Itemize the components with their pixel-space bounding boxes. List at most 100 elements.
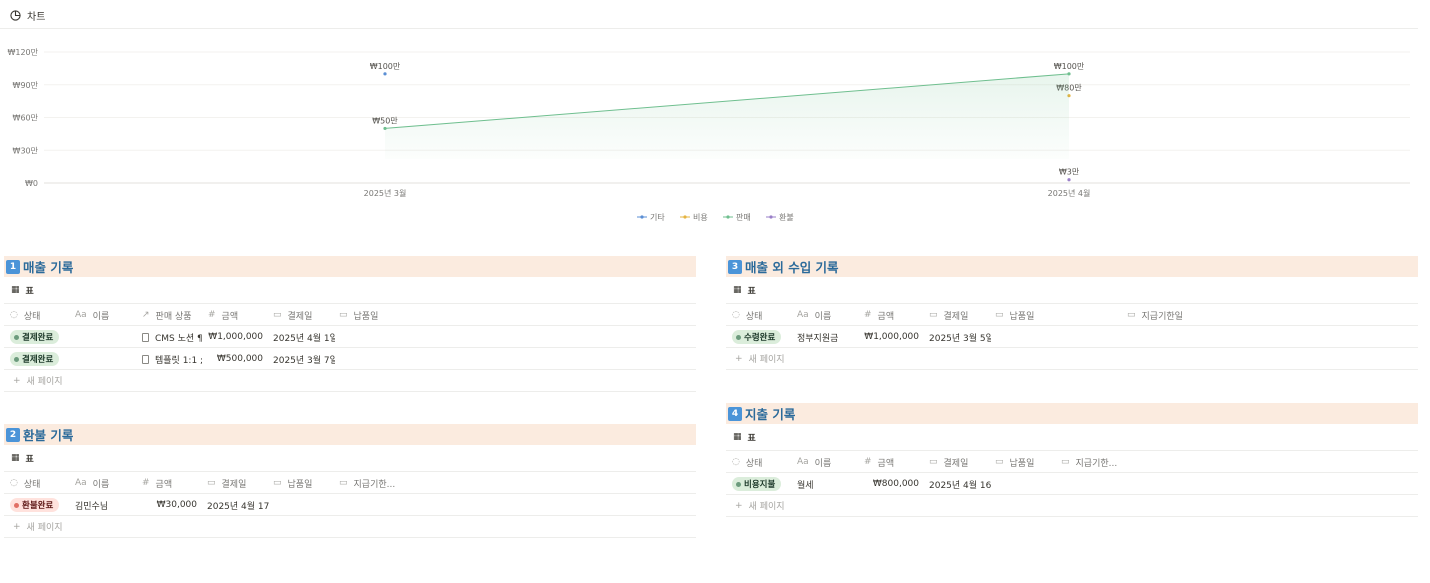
new-page-button[interactable]: + 새 페이지 [4,370,696,392]
data-point[interactable] [383,72,387,76]
column-header-name[interactable]: Aa 이름 [75,472,109,494]
pay-date-cell: 2025년 4월 17 [207,501,269,512]
view-label: 표 [25,286,34,297]
column-header-name[interactable]: Aa 이름 [797,451,831,473]
data-label: ₩3만 [1059,168,1080,177]
column-header-amount[interactable]: # 금액 [142,472,172,494]
table-row[interactable]: 결제완료 CMS 노션 ¶ ₩1,000,000 2025년 4월 1일 [4,326,696,348]
section-title: 2 환불 기록 [4,424,696,445]
column-header-amount[interactable]: # 금액 [864,304,894,326]
y-tick-label: ₩30만 [13,146,39,155]
column-header-status[interactable]: ◌ 상태 [732,451,762,473]
column-header-amount[interactable]: # 금액 [864,451,894,473]
calendar-icon: ▭ [1061,457,1070,467]
table-icon: ▦ [733,432,742,442]
table-row[interactable]: 환불완료 김민수님 ₩30,000 2025년 4월 17 [4,494,696,516]
column-header-status[interactable]: ◌ 상태 [732,304,762,326]
column-header-status[interactable]: ◌ 상태 [10,304,40,326]
calendar-icon: ▭ [929,457,938,467]
y-tick-label: ₩60만 [13,114,39,123]
view-label: 표 [747,433,756,444]
column-header-name[interactable]: Aa 이름 [75,304,109,326]
amount-cell: ₩1,000,000 [864,332,919,342]
view-tab-table[interactable]: ▦ 표 [726,424,1418,451]
section-refund: 2 환불 기록 ▦ 표 ◌ 상태 Aa 이름 # 금액 ▭ 결제일 ▭ 납품일 ▭ 지급기한… [4,424,696,538]
series-area [385,73,1069,159]
status-icon: ◌ [10,478,18,488]
data-point[interactable] [1067,178,1071,182]
legend-swatch-dot [769,215,773,219]
number-icon: # [142,478,150,488]
legend-swatch-dot [683,215,687,219]
y-tick-label: ₩90만 [13,81,39,90]
column-header-pay-date[interactable]: ▭ 결제일 [273,304,312,326]
column-header-due-date[interactable]: ▭ 지급기한... [1061,451,1117,473]
section-expense: 4 지출 기록 ▦ 표 ◌ 상태 Aa 이름 # 금액 ▭ 결제일 ▭ 납품일 ▭ 지급기한… [726,403,1418,517]
data-point[interactable] [1067,72,1071,76]
new-page-button[interactable]: + 새 페이지 [4,516,696,538]
page-icon [142,354,149,364]
product-link[interactable]: 템플릿 1:1 ; [155,353,203,366]
column-header-pay-date[interactable]: ▭ 결제일 [929,451,968,473]
view-label: 표 [747,286,756,297]
section-sales: 1 매출 기록 ▦ 표 ◌ 상태 Aa 이름 ↗ 판매 상품 # 금액 ▭ 결제일 ▭ 납품… [4,256,696,392]
pie-chart-icon [10,9,21,21]
column-header-product[interactable]: ↗ 판매 상품 [142,304,192,326]
number-badge: 2 [6,427,20,442]
column-header-due-date[interactable]: ▭ 지급기한일 [1127,304,1183,326]
number-badge: 1 [6,259,20,274]
calendar-icon: ▭ [339,310,348,320]
calendar-icon: ▭ [273,310,282,320]
amount-cell: ₩800,000 [872,479,919,489]
calendar-icon: ▭ [995,457,1004,467]
new-page-button[interactable]: + 새 페이지 [726,495,1418,517]
column-header-name[interactable]: Aa 이름 [797,304,831,326]
legend-item[interactable]: 비용 [693,213,708,222]
status-badge[interactable]: 결제완료 [10,352,60,366]
legend-item[interactable]: 기타 [650,213,665,222]
legend-item[interactable]: 환불 [779,212,794,222]
view-tab-table[interactable]: ▦ 표 [4,445,696,472]
new-page-button[interactable]: + 새 페이지 [726,348,1418,370]
column-header-due-date[interactable]: ▭ 지급기한... [339,472,395,494]
legend-item[interactable]: 판매 [736,213,751,222]
column-header-amount[interactable]: # 금액 [208,304,238,326]
column-header-delivery-date[interactable]: ▭ 납품일 [339,304,378,326]
calendar-icon: ▭ [995,310,1004,320]
view-tab-table[interactable]: ▦ 표 [726,277,1418,304]
section-title-text: 매출 외 수입 기록 [745,260,839,275]
status-badge[interactable]: 수령완료 [732,330,782,344]
number-icon: # [864,457,872,467]
y-tick-label: ₩120만 [7,48,38,57]
legend-swatch-dot [640,215,644,219]
data-label: ₩50만 [372,116,398,125]
section-title-text: 매출 기록 [23,260,74,275]
pay-date-cell: 2025년 3월 5일 [929,333,991,344]
number-icon: # [208,310,216,320]
table-icon: ▦ [733,285,742,295]
chart-header[interactable]: 차트 [10,8,45,23]
pay-date-cell: 2025년 3월 7일 [273,355,335,366]
column-header-delivery-date[interactable]: ▭ 납품일 [273,472,312,494]
column-header-pay-date[interactable]: ▭ 결제일 [929,304,968,326]
table-row[interactable]: 수령완료 정부지원금 ₩1,000,000 2025년 3월 5일 [726,326,1418,348]
status-badge[interactable]: 결제완료 [10,330,60,344]
section-title: 3 매출 외 수입 기록 [726,256,1418,277]
product-link[interactable]: CMS 노션 ¶ [155,331,203,344]
status-badge[interactable]: 비용지불 [732,477,782,491]
x-tick-label: 2025년 4월 [1048,188,1091,198]
amount-cell: ₩500,000 [216,354,263,364]
text-icon: Aa [75,478,87,488]
table-row[interactable]: 결제완료 템플릿 1:1 ; ₩500,000 2025년 3월 7일 [4,348,696,370]
y-tick-label: ₩0 [25,179,38,188]
column-header-delivery-date[interactable]: ▭ 납품일 [995,304,1034,326]
line-chart[interactable]: ₩0 ₩30만 ₩60만 ₩90만 ₩120만 2025년 3월 2025년 4월 ₩100만… [0,30,1418,230]
column-header-delivery-date[interactable]: ▭ 납품일 [995,451,1034,473]
view-tab-table[interactable]: ▦ 표 [4,277,696,304]
table-header: ◌ 상태 Aa 이름 # 금액 ▭ 결제일 ▭ 납품일 ▭ 지급기한... [726,451,1418,473]
table-row[interactable]: 비용지불 월세 ₩800,000 2025년 4월 16 [726,473,1418,495]
data-point[interactable] [383,126,387,131]
column-header-pay-date[interactable]: ▭ 결제일 [207,472,246,494]
column-header-status[interactable]: ◌ 상태 [10,472,40,494]
status-badge[interactable]: 환불완료 [10,498,60,512]
